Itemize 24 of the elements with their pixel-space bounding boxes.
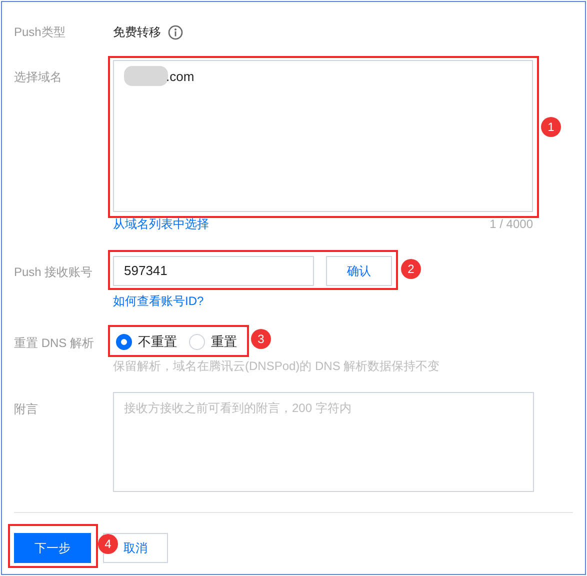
choose-from-list-link[interactable]: 从域名列表中选择 [113,215,209,233]
info-icon [168,24,183,40]
dns-hint: 保留解析，域名在腾讯云(DNSPod)的 DNS 解析数据保持不变 [113,358,440,375]
char-counter: 1 / 4000 [490,216,533,233]
account-input[interactable]: 597341 [113,256,314,286]
next-step-button[interactable]: 下一步 [14,533,91,563]
domain-value: .com [166,68,194,86]
note-textarea[interactable]: 接收方接收之前可看到的附言，200 字符内 [113,392,534,492]
field-label: Push 接收账号 [14,264,94,281]
annotation-number: 4 [98,534,118,554]
push-type-value: 免费转移 [113,24,161,41]
radio-option[interactable]: 不重置 [116,332,177,352]
confirm-button[interactable]: 确认 [326,256,392,286]
account-id-help-link[interactable]: 如何查看账号ID? [113,292,392,310]
annotation-number: 1 [541,117,561,137]
radio-option[interactable]: 重置 [189,332,237,352]
annotation-number: 2 [401,259,421,279]
field-label: Push类型 [14,24,66,41]
field-label: 附言 [14,401,39,418]
domain-textarea[interactable]: .com [113,60,533,212]
redacted-blur [124,66,168,86]
annotation-number: 3 [251,329,271,349]
field-label: 重置 DNS 解析 [14,335,96,352]
field-label: 选择域名 [14,69,63,86]
